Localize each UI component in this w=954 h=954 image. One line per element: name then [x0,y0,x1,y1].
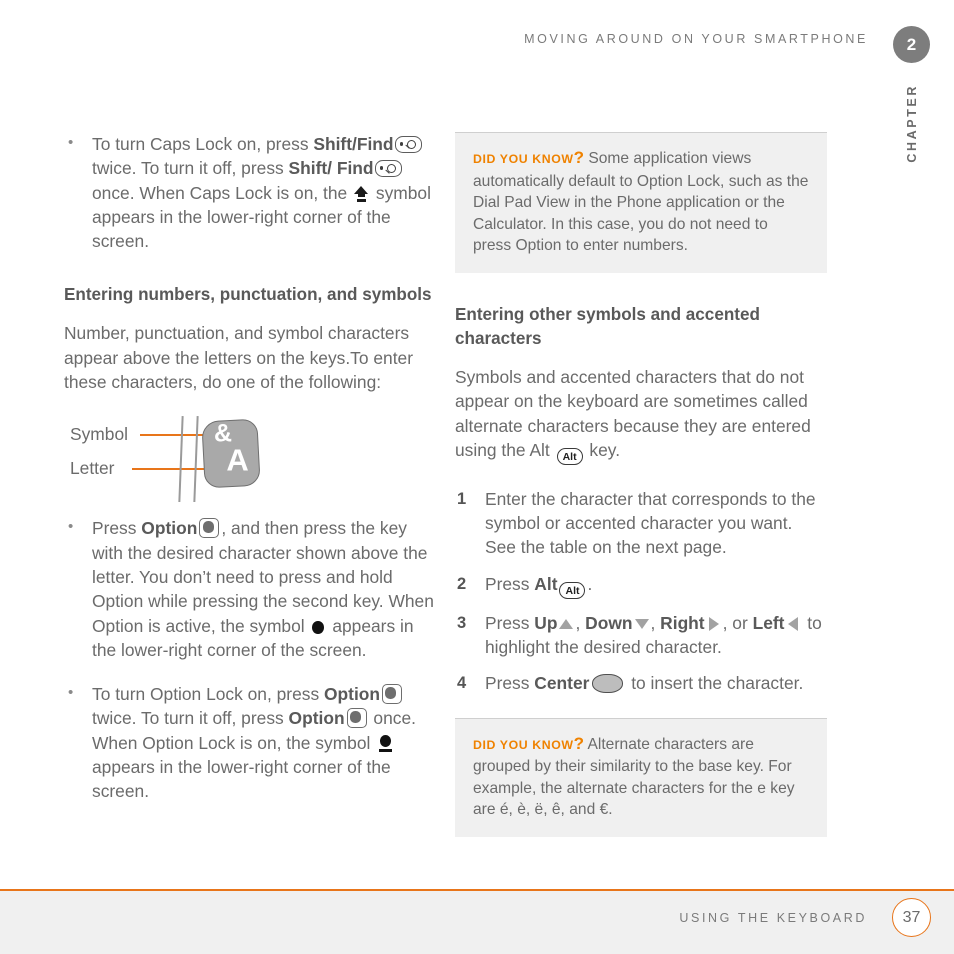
adjacent-key-edge-line [193,416,199,503]
caps-lock-bullet-list: To turn Caps Lock on, press Shift/Find t… [64,131,436,253]
step-text-4-suffix: to insert the character. [626,673,804,694]
step-3-sep1: , [575,612,586,633]
alt-intro-part2: key. [584,439,621,460]
step-item-4: 4 Press Center to insert the character. [455,671,827,695]
option-bold-label-1: Option [141,518,198,539]
alt-key-icon: Alt [559,581,586,599]
did-you-know-tag-text: Did you know [473,737,574,752]
chapter-number-badge: 2 [893,26,930,63]
keyboard-key-graphic: & A [201,418,261,489]
option-key-icon [199,518,220,539]
option-text-part1: Press [92,518,142,539]
adjacent-key-edge-line [178,416,184,503]
page-number-badge: 37 [892,898,931,937]
option-symbol-icon [312,620,325,635]
right-column: Did you know? Some application views aut… [455,132,827,838]
caps-lock-symbol-icon [354,185,369,203]
list-item-option-lock: To turn Option Lock on, press Option twi… [64,681,436,803]
step-text-2-suffix: . [587,573,593,594]
list-item-caps-lock: To turn Caps Lock on, press Shift/Find t… [64,131,436,253]
page-footer: Using the keyboard 37 [0,889,954,954]
option-bullet-list: Press Option, and then press the key wit… [64,515,436,803]
step-item-3: 3 Press Up, Down, Right, or Left to highl… [455,611,827,660]
diagram-label-letter: Letter [70,458,115,479]
step-3-sep2: , [650,612,661,633]
option-lock-symbol-icon [379,734,393,754]
caps-lock-text-part3: once. When Caps Lock is on, the [92,182,353,203]
left-column: To turn Caps Lock on, press Shift/Find t… [64,131,436,804]
running-header-title: Moving around on your smartphone [524,32,868,46]
caps-lock-text-part2: twice. To turn it off, press [92,158,289,179]
step-text-4-prefix: Press [485,673,535,694]
step-3-bold-down: Down [585,612,633,633]
option-lock-text-part2: twice. To turn it off, press [92,708,289,729]
option-lock-bold-1: Option [324,684,381,705]
caps-lock-bold-shift-find-2: Shift/ Find [288,158,374,179]
footer-running-title: Using the keyboard [679,911,867,925]
step-number-2: 2 [457,574,467,593]
option-lock-text-part4: appears in the lower-right corner of the… [92,757,391,802]
option-key-icon [346,708,367,729]
option-key-icon [382,684,403,705]
chapter-label-text: Chapter [905,84,919,163]
step-3-bold-right: Right [660,612,705,633]
step-3-bold-left: Left [752,612,785,633]
left-triangle-icon [786,616,800,631]
step-number-4: 4 [457,674,467,693]
step-4-bold-center: Center [534,673,590,694]
step-number-3: 3 [457,613,467,632]
heading-entering-numbers: Entering numbers, punctuation, and symbo… [64,285,432,305]
shift-find-key-icon [374,160,402,178]
step-2-bold-alt: Alt [534,573,558,594]
did-you-know-tag: Did you know? [473,734,584,753]
did-you-know-tag-text: Did you know [473,152,574,166]
down-triangle-icon [634,617,649,631]
step-text-3-prefix: Press [485,612,535,633]
did-you-know-question-mark: ? [573,148,584,167]
alt-intro-part1: Symbols and accented characters that do … [455,366,811,460]
list-item-press-option: Press Option, and then press the key wit… [64,515,436,662]
option-lock-text-part1: To turn Option Lock on, press [92,684,324,705]
step-text-2-prefix: Press [485,573,535,594]
right-triangle-icon [707,616,721,631]
center-key-icon [592,674,624,694]
step-3-sep3: , or [722,612,753,633]
did-you-know-box-1: Did you know? Some application views aut… [455,132,827,273]
alt-key-icon: Alt [556,447,583,465]
step-number-1: 1 [457,489,467,508]
step-item-1: 1 Enter the character that corresponds to… [455,487,827,560]
shift-find-key-icon [394,136,422,153]
key-illustration-diagram: Symbol Letter & A [64,416,436,503]
did-you-know-box-2: Did you know? Alternate characters are g… [455,717,827,838]
caps-lock-text-part1: To turn Caps Lock on, press [92,134,314,154]
caps-lock-bold-shift-find-1: Shift/Find [313,134,394,154]
did-you-know-question-mark: ? [573,733,584,753]
heading-entering-other-symbols: Entering other symbols and accented char… [455,304,760,348]
step-text-1: Enter the character that corresponds to … [485,488,816,558]
paragraph-alternate-chars-intro: Symbols and accented characters that do … [455,365,827,465]
option-lock-bold-2: Option [288,708,345,729]
step-3-bold-up: Up [534,612,558,633]
key-letter-character: A [226,443,249,479]
up-triangle-icon [559,617,574,631]
diagram-label-symbol: Symbol [70,424,128,445]
did-you-know-tag: Did you know? [473,148,584,167]
procedure-steps-list: 1 Enter the character that corresponds to… [455,487,827,696]
step-item-2: 2 Press Alt Alt. [455,572,827,599]
paragraph-numbers-intro: Number, punctuation, and symbol characte… [64,323,414,393]
chapter-label: Chapter [884,84,940,194]
